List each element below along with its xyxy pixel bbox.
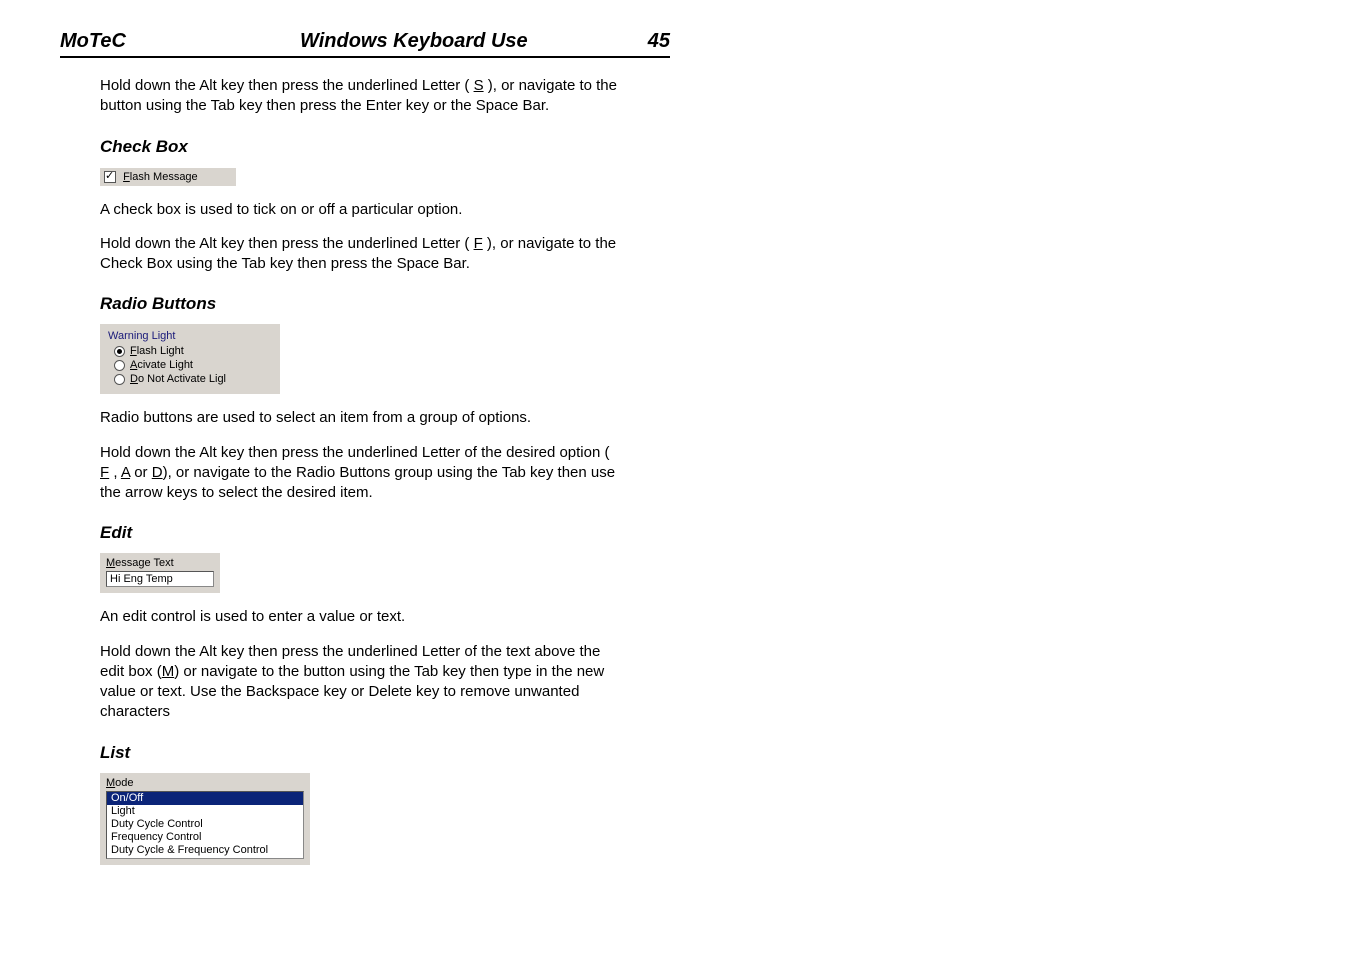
- radio-option[interactable]: Do Not Activate Ligl: [108, 372, 272, 386]
- edit-label: Message Text: [106, 557, 214, 569]
- page-title: Windows Keyboard Use: [300, 30, 628, 53]
- radio-option[interactable]: Acivate Light: [108, 358, 272, 372]
- radio-howto: Hold down the Alt key then press the und…: [100, 443, 620, 504]
- section-heading-edit: Edit: [100, 523, 670, 543]
- radio-input[interactable]: [114, 346, 125, 357]
- radio-label: Flash Light: [130, 345, 184, 357]
- intro-letter: S: [474, 77, 484, 94]
- radio-desc: Radio buttons are used to select an item…: [100, 408, 620, 428]
- radio-group-title: Warning Light: [108, 330, 272, 342]
- edit-howto: Hold down the Alt key then press the und…: [100, 642, 620, 723]
- list-item[interactable]: Frequency Control: [107, 831, 303, 844]
- radio-label: Do Not Activate Ligl: [130, 373, 226, 385]
- section-heading-checkbox: Check Box: [100, 137, 670, 157]
- brand: MoTeC: [60, 30, 300, 53]
- list-item[interactable]: Light: [107, 805, 303, 818]
- radio-input[interactable]: [114, 360, 125, 371]
- checkbox-howto: Hold down the Alt key then press the und…: [100, 234, 620, 275]
- list-figure: Mode On/OffLightDuty Cycle ControlFreque…: [100, 773, 310, 865]
- radio-figure: Warning Light Flash Light Acivate Light Do…: [100, 324, 280, 394]
- list-label: Mode: [106, 777, 304, 789]
- intro-text: Hold down the Alt key then press the und…: [100, 76, 620, 117]
- edit-desc: An edit control is used to enter a value…: [100, 607, 620, 627]
- checkbox-figure: Flash Message: [100, 168, 236, 186]
- checkbox-input[interactable]: [104, 171, 116, 183]
- page-header: MoTeC Windows Keyboard Use 45: [60, 30, 670, 58]
- list-item[interactable]: Duty Cycle & Frequency Control: [107, 844, 303, 857]
- edit-input[interactable]: Hi Eng Temp: [106, 571, 214, 587]
- section-heading-list: List: [100, 743, 670, 763]
- checkbox-desc: A check box is used to tick on or off a …: [100, 200, 620, 220]
- radio-input[interactable]: [114, 374, 125, 385]
- section-heading-radio: Radio Buttons: [100, 294, 670, 314]
- edit-figure: Message Text Hi Eng Temp: [100, 553, 220, 593]
- list-item[interactable]: Duty Cycle Control: [107, 818, 303, 831]
- list-box[interactable]: On/OffLightDuty Cycle ControlFrequency C…: [106, 791, 304, 859]
- radio-label: Acivate Light: [130, 359, 193, 371]
- page-number: 45: [648, 30, 670, 53]
- radio-option[interactable]: Flash Light: [108, 344, 272, 358]
- checkbox-label: Flash Message: [123, 171, 198, 183]
- list-item[interactable]: On/Off: [107, 792, 303, 805]
